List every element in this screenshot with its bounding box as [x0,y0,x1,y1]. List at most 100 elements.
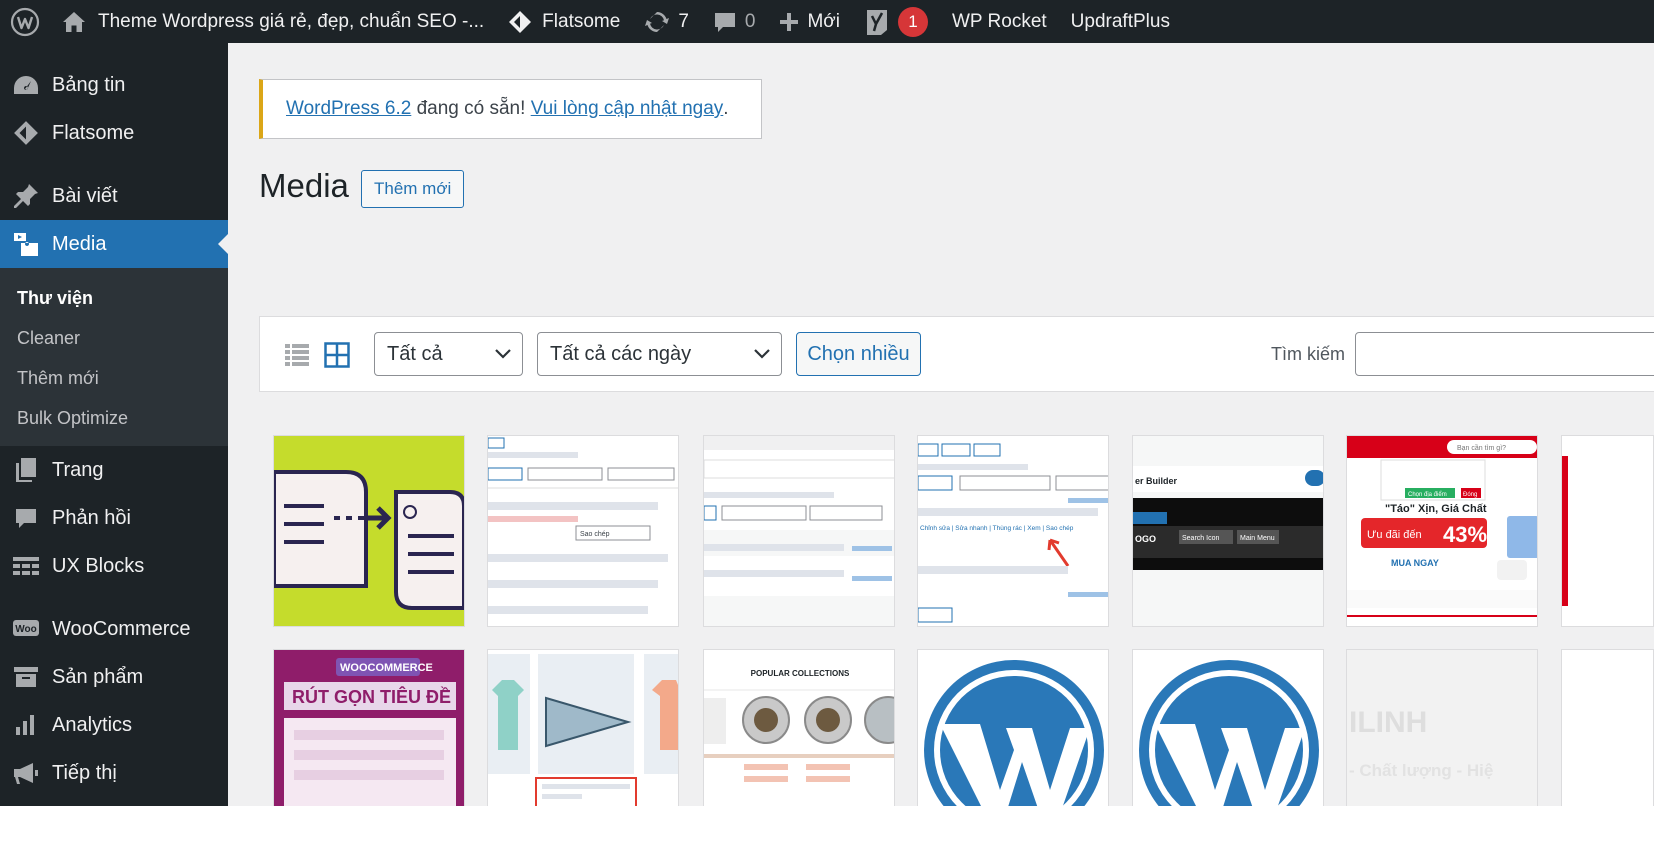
update-notice: WordPress 6.2 đang có sẵn! Vui lòng cập … [259,79,762,139]
page-icon [12,456,40,484]
media-thumbnail[interactable] [1561,649,1654,809]
list-view-icon[interactable] [284,342,310,373]
site-name-menu[interactable]: Theme Wordpress giá rẻ, đẹp, chuẩn SEO -… [50,0,496,43]
woocommerce-banner-thumbnail: WOOCOMMERCE RÚT GỌN TIÊU ĐỀ [284,658,456,808]
main-menu-button-text: Main Menu [1240,535,1275,542]
new-label: Mới [807,10,840,32]
media-thumbnail[interactable]: Chỉnh sửa | Sửa nhanh | Thùng rác | Xem … [917,435,1109,627]
search-input[interactable] [1355,332,1654,376]
wordpress-version-link[interactable]: WordPress 6.2 [286,98,411,120]
sidebar-item-media[interactable]: Media [0,220,228,268]
sidebar-item-woocommerce[interactable]: Woo WooCommerce [0,605,228,653]
coin-collection-thumbnail: POPULAR COLLECTIONS [704,669,894,782]
sidebar-item-comments[interactable]: Phản hồi [0,494,228,542]
media-thumbnail[interactable] [1561,435,1654,627]
thumbnail-partial [1562,436,1653,626]
updraftplus-label: UpdraftPlus [1070,10,1170,32]
add-new-button[interactable]: Thêm mới [361,170,465,208]
row-actions-text: Chỉnh sửa | Sửa nhanh | Thùng rác | Xem … [920,524,1074,532]
flatsome-menu[interactable]: Flatsome [496,0,632,43]
sidebar-item-products[interactable]: Sản phẩm [0,653,228,701]
media-thumbnail[interactable]: Sao chép [487,435,679,627]
sidebar-item-posts[interactable]: Bài viết [0,172,228,220]
sidebar-item-pages[interactable]: Trang [0,446,228,494]
updates-count: 7 [678,10,689,32]
flatsome-icon [12,119,40,147]
new-content-menu[interactable]: Mới [767,0,852,43]
watermark-text: ILINH [1349,706,1427,739]
media-thumbnail[interactable] [273,435,465,627]
media-type-filter[interactable]: Tất cả [374,332,523,376]
search-label: Tìm kiếm [1271,344,1345,364]
admin-bar: Theme Wordpress giá rẻ, đẹp, chuẩn SEO -… [0,0,1654,43]
media-thumbnail[interactable]: WOOCOMMERCE RÚT GỌN TIÊU ĐỀ [273,649,465,809]
updraftplus-menu[interactable]: UpdraftPlus [1059,0,1182,43]
promo-percent: 43% [1443,522,1487,547]
thumbnail-partial [1562,650,1653,808]
plus-icon [779,12,799,32]
admin-screenshot-thumbnail: Sao chép [488,437,678,614]
promo-banner-thumbnail: Bạn cần tìm gì? Chọn địa điểm Đóng "Táo"… [1347,436,1537,617]
media-toolbar: Tất cả Tất cả các ngày Chọn nhiều Tìm ki… [259,316,1654,392]
media-thumbnail[interactable]: ILINH - Chất lượng - Hiệ [1346,649,1538,809]
page-title: Media [259,167,349,204]
megaphone-icon [12,759,40,787]
media-thumbnail[interactable] [703,435,895,627]
close-button: Đóng [1463,492,1477,498]
bulk-select-button[interactable]: Chọn nhiều [796,332,921,376]
refresh-icon [644,9,670,35]
media-thumbnail[interactable] [487,649,679,809]
yoast-notification-badge: 1 [897,6,928,37]
sidebar-item-label: WooCommerce [52,617,191,640]
submenu-library[interactable]: Thư viện [0,278,228,318]
promo-search-text: Bạn cần tìm gì? [1457,443,1506,452]
update-now-link[interactable]: Vui lòng cập nhật ngay [531,98,724,120]
media-type-value: Tất cả [387,342,443,365]
media-thumbnail[interactable] [917,649,1109,809]
wp-rocket-menu[interactable]: WP Rocket [940,0,1059,43]
date-filter[interactable]: Tất cả các ngày [537,332,782,376]
sidebar-item-analytics[interactable]: Analytics [0,701,228,749]
sidebar-item-label: Bảng tin [52,73,126,96]
admin-screenshot-thumbnail [704,436,894,626]
promo-offer: Ưu đãi đến [1367,529,1422,541]
media-thumbnail[interactable]: Bạn cần tìm gì? Chọn địa điểm Đóng "Táo"… [1346,435,1538,627]
svg-text:Woo: Woo [15,624,36,635]
updates-menu[interactable]: 7 [632,0,701,43]
wordpress-logo-icon [1139,660,1319,808]
arrow-icon [1047,538,1070,567]
banner-title: RÚT GỌN TIÊU ĐỀ [292,686,451,707]
flatsome-icon [508,10,532,34]
archive-icon [12,663,40,691]
woocommerce-brand: WOOCOMMERCE [340,662,433,674]
wordpress-logo-icon [924,660,1104,808]
site-title: Theme Wordpress giá rẻ, đẹp, chuẩn SEO -… [98,10,485,32]
grid-view-icon[interactable] [324,342,350,373]
media-thumbnail[interactable] [1132,649,1324,809]
chevron-down-icon [494,345,512,369]
comment-icon [12,504,40,532]
submenu-add-new[interactable]: Thêm mới [0,358,228,398]
sidebar-item-ux-blocks[interactable]: UX Blocks [0,542,228,590]
yoast-menu[interactable]: 1 [852,0,940,43]
logo-text: OGO [1135,534,1156,544]
sidebar-item-label: Flatsome [52,121,135,144]
media-thumbnail[interactable]: POPULAR COLLECTIONS [703,649,895,809]
comments-menu[interactable]: 0 [701,0,768,43]
submenu-cleaner[interactable]: Cleaner [0,318,228,358]
sidebar-item-marketing[interactable]: Tiếp thị [0,749,228,797]
search-icon-button-text: Search Icon [1182,535,1219,542]
builder-screenshot-thumbnail: er Builder OGO Search Icon Main Menu [1133,466,1323,570]
wp-rocket-label: WP Rocket [951,10,1047,32]
admin-screenshot-thumbnail: Chỉnh sửa | Sửa nhanh | Thùng rác | Xem … [918,443,1108,623]
sidebar-item-dashboard[interactable]: Bảng tin [0,61,228,109]
watermark-subtext: - Chất lượng - Hiệ [1349,761,1493,780]
dashboard-icon [12,71,40,99]
notice-end: . [723,98,729,119]
wordpress-logo-icon[interactable] [0,0,50,43]
sidebar-item-label: Tiếp thị [52,761,117,784]
media-thumbnail[interactable]: er Builder OGO Search Icon Main Menu [1132,435,1324,627]
sidebar-item-flatsome[interactable]: Flatsome [0,109,228,157]
submenu-bulk-optimize[interactable]: Bulk Optimize [0,398,228,438]
sidebar-item-label: Trang [52,458,104,481]
